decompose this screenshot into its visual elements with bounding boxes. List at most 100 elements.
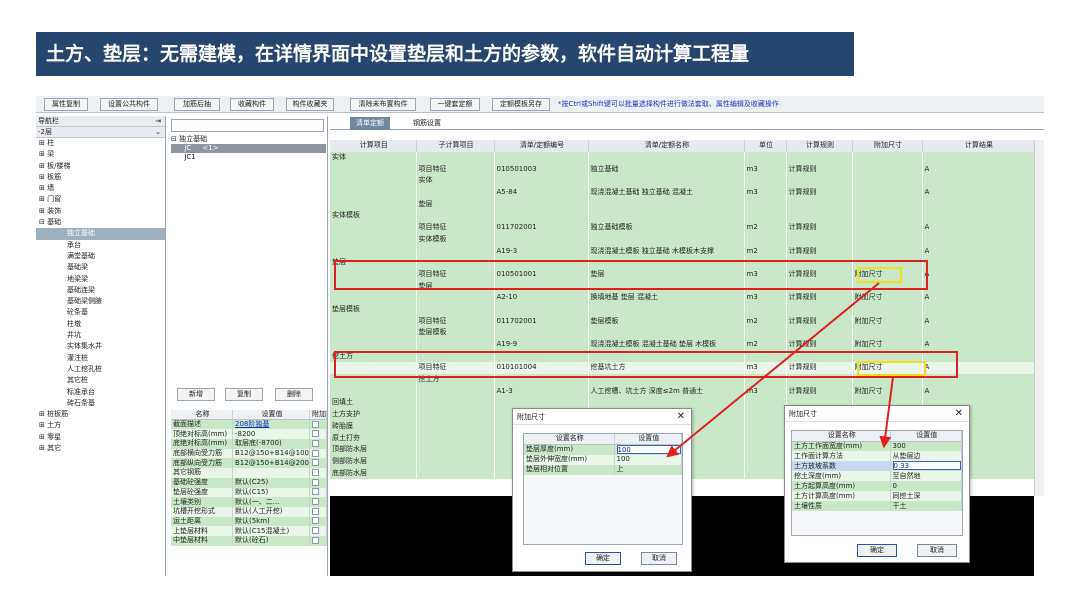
property-row[interactable]: 底部纵向受力筋 B12@150+B14@200 xyxy=(171,458,327,469)
setting-row[interactable]: 土方工作面宽度(mm) 300 xyxy=(792,441,962,451)
grid-cell[interactable]: 010501003 xyxy=(494,163,589,176)
grid-cell[interactable] xyxy=(588,303,745,316)
grid-cell[interactable] xyxy=(744,198,787,211)
extra-checkbox[interactable] xyxy=(312,430,319,438)
floor-selector[interactable]: -2层 ⌄ xyxy=(36,127,165,138)
grid-cell[interactable] xyxy=(744,420,787,433)
grid-cell[interactable] xyxy=(330,163,417,176)
grid-cell[interactable]: 附加尺寸 xyxy=(852,338,923,351)
grid-cell[interactable] xyxy=(852,327,923,339)
extra-checkbox[interactable] xyxy=(312,439,319,447)
property-row[interactable]: 底绝对标高(mm) 取层底(-8700) xyxy=(171,439,327,449)
grid-cell[interactable] xyxy=(922,373,1035,386)
grid-row[interactable]: 垫层 xyxy=(330,198,1035,211)
grid-cell[interactable]: 实体 xyxy=(416,175,495,187)
grid-cell[interactable]: 换填地基 垫层 混凝土 xyxy=(588,291,745,304)
grid-cell[interactable]: A xyxy=(922,362,1035,374)
grid-cell[interactable] xyxy=(330,291,417,304)
grid-cell[interactable]: 挖基坑土方 xyxy=(588,362,745,374)
nav-item[interactable]: 标准承台 xyxy=(36,387,165,398)
grid-cell[interactable]: 计算规则 xyxy=(786,268,853,281)
extra-checkbox[interactable] xyxy=(312,468,319,476)
grid-cell[interactable]: 计算规则 xyxy=(786,362,853,374)
property-row[interactable]: 坑槽开挖形式 默认(人工开挖) xyxy=(171,506,327,517)
grid-cell[interactable] xyxy=(744,327,787,339)
nav-item[interactable]: ⊞ 门窗 xyxy=(36,194,165,205)
grid-cell[interactable]: m3 xyxy=(744,163,787,176)
grid-cell[interactable]: 项目特征 xyxy=(416,362,495,374)
nav-item[interactable]: 砼条基 xyxy=(36,307,165,318)
extra-checkbox[interactable] xyxy=(312,420,319,428)
grid-cell[interactable]: 垫层 xyxy=(416,198,495,211)
grid-cell[interactable] xyxy=(744,455,787,468)
grid-row[interactable]: A19-3 现浇混凝土模板 独立基础 木模板木支撑 m2 计算规则 A xyxy=(330,245,1035,257)
grid-cell[interactable] xyxy=(744,443,787,456)
grid-cell[interactable] xyxy=(786,256,853,269)
add-component-button[interactable]: 新增 xyxy=(177,388,215,401)
grid-row[interactable]: A19-9 现浇混凝土模板 混凝土基础 垫层 木模板 m2 计算规则 附加尺寸 A xyxy=(330,338,1035,351)
nav-item[interactable]: 基础连梁 xyxy=(36,285,165,296)
grid-cell[interactable]: 计算规则 xyxy=(786,245,853,257)
property-row[interactable]: 运土距离 默认(5km) xyxy=(171,516,327,527)
grid-cell[interactable]: 垫层模板 xyxy=(330,303,417,316)
grid-cell[interactable] xyxy=(494,210,589,222)
setting-value[interactable]: 同挖土深 xyxy=(890,491,962,501)
grid-cell[interactable] xyxy=(330,221,417,234)
grid-cell[interactable]: 侧部防水层 xyxy=(330,455,417,468)
setting-row[interactable]: 土壤性质 干土 xyxy=(792,501,962,511)
grid-row[interactable]: 垫层 xyxy=(330,256,1035,269)
nav-item[interactable]: ⊞ 其它 xyxy=(36,443,165,454)
grid-cell[interactable]: 010101004 xyxy=(494,362,589,374)
grid-row[interactable]: 项目特征 010501003 独立基础 m3 计算规则 A xyxy=(330,163,1035,176)
grid-cell[interactable] xyxy=(416,303,495,316)
grid-cell[interactable] xyxy=(416,432,495,444)
grid-cell[interactable] xyxy=(494,350,589,363)
grid-cell[interactable] xyxy=(416,408,495,421)
grid-cell[interactable] xyxy=(588,151,745,164)
grid-cell[interactable]: 土方支护 xyxy=(330,408,417,421)
property-row[interactable]: 中垫层材料 默认(砼石) xyxy=(171,535,327,546)
grid-cell[interactable]: A xyxy=(922,268,1035,281)
grid-cell[interactable] xyxy=(494,327,589,339)
nav-item[interactable]: 基础梁侧腋 xyxy=(36,296,165,307)
grid-cell[interactable]: 项目特征 xyxy=(416,268,495,281)
property-row[interactable]: 上垫层材料 默认(C15混凝土) xyxy=(171,526,327,536)
grid-row[interactable]: A1-3 人工挖槽、坑土方 深度≤2m 普通土 m3 计算规则 附加尺寸 A xyxy=(330,385,1035,398)
grid-cell[interactable]: m2 xyxy=(744,338,787,351)
grid-cell[interactable]: 项目特征 xyxy=(416,315,495,327)
grid-cell[interactable]: 计算规则 xyxy=(786,315,853,327)
property-value[interactable]: 默认(砼石) xyxy=(232,535,311,546)
grid-cell[interactable] xyxy=(744,256,787,269)
nav-item[interactable]: ⊞ 土方 xyxy=(36,420,165,431)
grid-cell[interactable] xyxy=(786,350,853,363)
grid-cell[interactable]: 附加尺寸 xyxy=(852,385,923,398)
grid-row[interactable]: 实体模板 xyxy=(330,210,1035,222)
grid-cell[interactable] xyxy=(744,303,787,316)
grid-row[interactable]: 项目特征 010101004 挖基坑土方 m3 计算规则 附加尺寸 A xyxy=(330,362,1035,374)
grid-row[interactable]: 项目特征 010501001 垫层 m3 计算规则 附加尺寸 A xyxy=(330,268,1035,281)
property-value[interactable]: B12@150+B14@200 xyxy=(232,458,311,469)
setting-value[interactable]: 300 xyxy=(890,441,962,451)
grid-cell[interactable]: m2 xyxy=(744,245,787,257)
component-tree-item[interactable]: JC1 xyxy=(171,153,326,162)
grid-cell[interactable] xyxy=(744,350,787,363)
grid-cell[interactable]: 附加尺寸 xyxy=(852,315,923,327)
grid-cell[interactable]: A19-3 xyxy=(494,245,589,257)
setting-value-input[interactable]: 100 xyxy=(616,444,681,454)
grid-cell[interactable] xyxy=(494,303,589,316)
grid-cell[interactable] xyxy=(786,327,853,339)
nav-item[interactable]: ⊞ 零星 xyxy=(36,432,165,443)
property-value[interactable]: 默认(C25) xyxy=(232,477,311,488)
extra-checkbox[interactable] xyxy=(312,488,319,496)
setting-value-cell[interactable]: 100 xyxy=(614,444,682,455)
grid-row[interactable]: 实体模板 xyxy=(330,233,1035,246)
one-click-quota-button[interactable]: 一键套定额 xyxy=(430,98,480,111)
grid-cell[interactable] xyxy=(588,373,745,386)
grid-cell[interactable] xyxy=(494,373,589,386)
grid-cell[interactable]: A2-10 xyxy=(494,291,589,304)
setting-value[interactable]: 从垫层边 xyxy=(890,451,962,461)
grid-cell[interactable] xyxy=(922,210,1035,222)
grid-cell[interactable] xyxy=(786,198,853,211)
grid-cell[interactable] xyxy=(416,385,495,398)
grid-cell[interactable]: A xyxy=(922,245,1035,257)
